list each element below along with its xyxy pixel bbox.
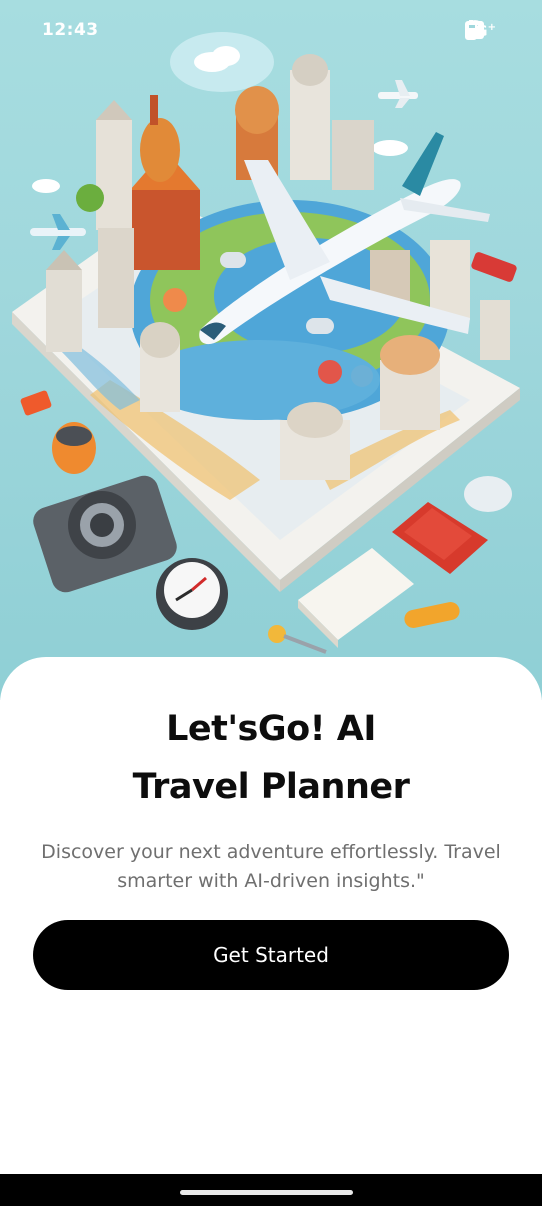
navigation-bar <box>0 1174 542 1206</box>
subtitle-line-1: Discover your next adventure effortlessl… <box>41 841 501 863</box>
subtitle-line-2: smarter with AI-driven insights." <box>117 870 425 892</box>
travel-illustration <box>12 32 520 654</box>
camera-icon <box>33 475 177 593</box>
passport-icon <box>392 502 488 574</box>
app-title: Let'sGo! AI Travel Planner <box>0 700 542 816</box>
battery-icon <box>464 20 477 40</box>
title-line-2: Travel Planner <box>132 767 410 807</box>
hero-illustration: 12:43 5G+ <box>0 0 542 700</box>
compass-icon <box>156 558 228 630</box>
status-time: 12:43 <box>42 20 99 40</box>
app-subtitle: Discover your next adventure effortlessl… <box>24 838 518 896</box>
small-plane-left-icon <box>30 214 86 250</box>
status-icons: 5G+ <box>464 20 496 42</box>
status-bar: 12:43 5G+ <box>0 0 542 62</box>
get-started-button[interactable]: Get Started <box>33 920 509 990</box>
get-started-label: Get Started <box>213 943 329 967</box>
title-line-1: Let'sGo! AI <box>166 709 376 749</box>
small-plane-icon <box>378 80 418 108</box>
home-indicator[interactable] <box>180 1190 353 1195</box>
